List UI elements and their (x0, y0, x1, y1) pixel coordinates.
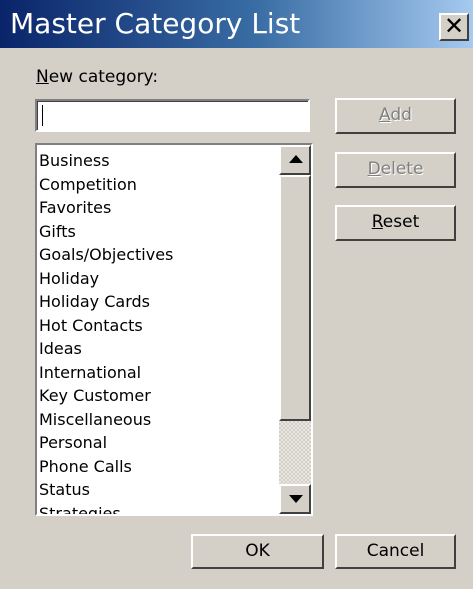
list-item[interactable]: Key Customer (39, 384, 277, 408)
list-item[interactable]: Status (39, 478, 277, 502)
master-category-dialog: Master Category List ✕ New category: Bus… (0, 0, 473, 589)
new-category-input[interactable] (35, 99, 310, 132)
delete-button[interactable]: Delete (335, 152, 456, 188)
scroll-thumb[interactable] (279, 175, 311, 421)
ok-button[interactable]: OK (191, 534, 324, 569)
list-item[interactable]: Hot Contacts (39, 314, 277, 338)
list-item[interactable]: Business (39, 149, 277, 173)
text-caret (42, 105, 43, 126)
scroll-up-button[interactable] (279, 145, 311, 175)
list-item[interactable]: Miscellaneous (39, 408, 277, 432)
list-item[interactable]: Favorites (39, 196, 277, 220)
close-icon: ✕ (443, 12, 465, 40)
list-item[interactable]: Phone Calls (39, 455, 277, 479)
list-item[interactable]: Strategies (39, 502, 277, 515)
new-category-label: New category: (36, 67, 159, 87)
category-listbox[interactable]: Business Competition Favorites Gifts Goals/O… (35, 143, 313, 516)
arrow-down-icon (289, 495, 303, 503)
list-item[interactable]: Holiday Cards (39, 290, 277, 314)
list-item[interactable]: Personal (39, 431, 277, 455)
close-button[interactable]: ✕ (439, 13, 469, 41)
list-item[interactable]: Gifts (39, 220, 277, 244)
list-item[interactable]: Holiday (39, 267, 277, 291)
list-item[interactable]: Goals/Objectives (39, 243, 277, 267)
list-item[interactable]: International (39, 361, 277, 385)
cancel-button[interactable]: Cancel (335, 534, 456, 569)
list-item[interactable]: Ideas (39, 337, 277, 361)
category-list: Business Competition Favorites Gifts Goals/O… (39, 149, 277, 515)
title-bar[interactable]: Master Category List ✕ (0, 0, 473, 48)
list-scrollbar[interactable] (279, 145, 311, 514)
arrow-up-icon (289, 155, 303, 163)
add-button[interactable]: Add (335, 98, 456, 134)
window-title: Master Category List (10, 7, 301, 40)
scroll-down-button[interactable] (279, 484, 311, 514)
reset-button[interactable]: Reset (335, 205, 456, 241)
list-item[interactable]: Competition (39, 173, 277, 197)
